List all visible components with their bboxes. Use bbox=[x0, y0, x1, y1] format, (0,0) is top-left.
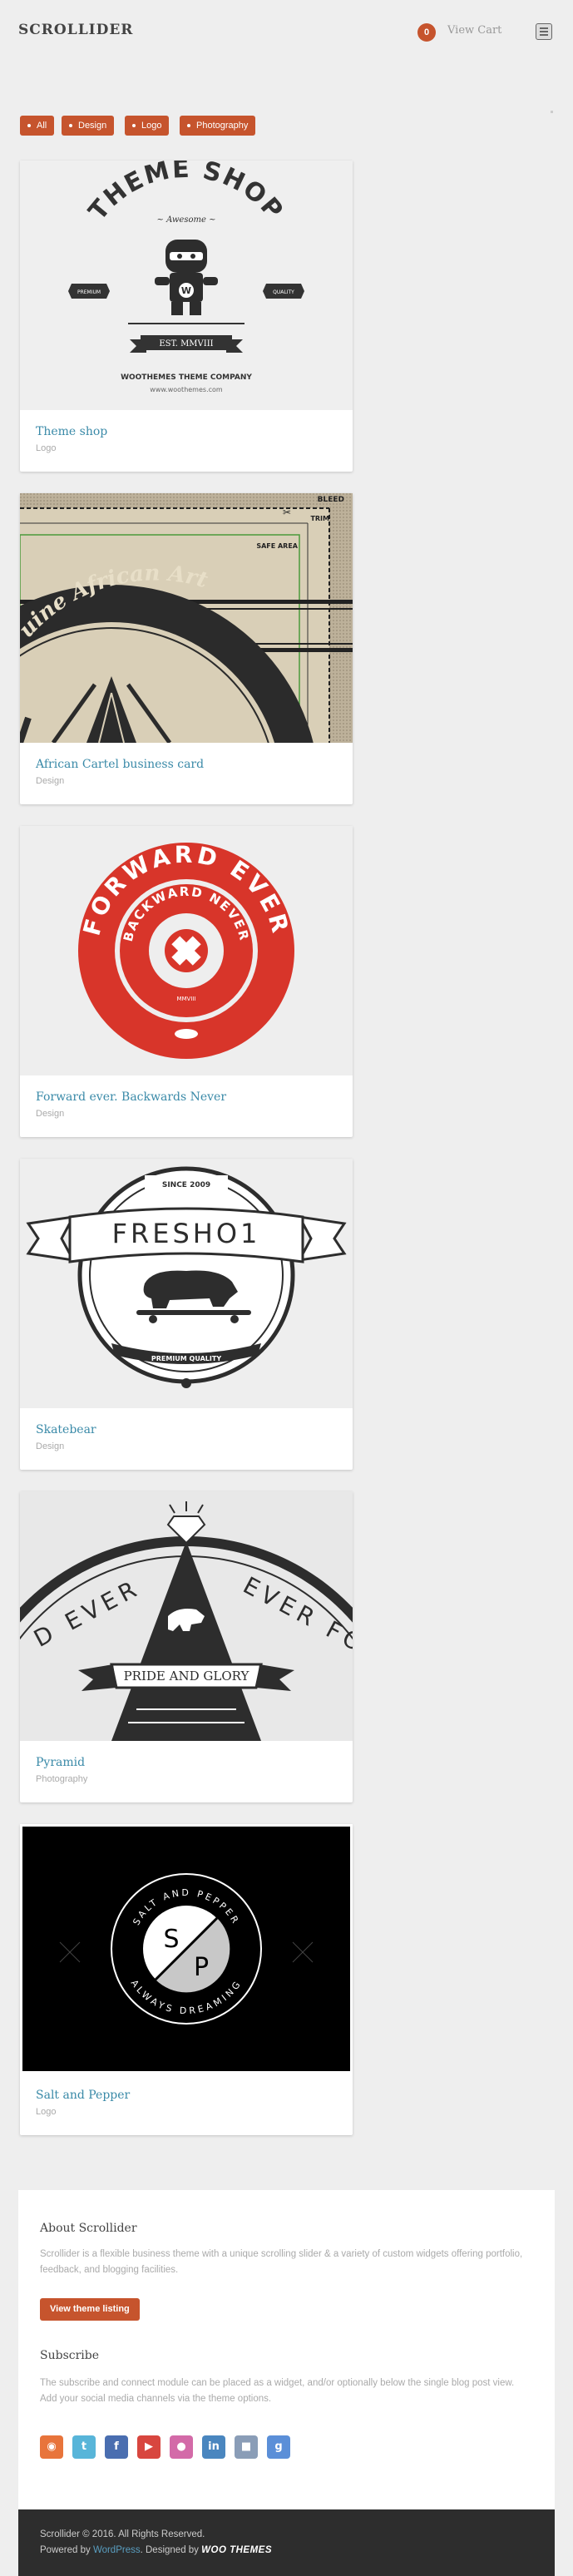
decorative-dot bbox=[551, 111, 553, 113]
portfolio-thumbnail[interactable]: S P SALT AND PEPPER ALWAYS DREAMING bbox=[20, 1824, 353, 2074]
site-header: SCROLLIDER 0 View Cart bbox=[0, 0, 573, 67]
portfolio-card-theme-shop[interactable]: THEME SHOP ~ Awesome ~ W PREMIUM QUALITY… bbox=[20, 161, 353, 472]
card-category[interactable]: Logo bbox=[36, 2107, 56, 2117]
art-banner: PRIDE AND GLORY bbox=[124, 1669, 250, 1684]
art-right-letter: P bbox=[194, 1953, 209, 1982]
svg-text:✂: ✂ bbox=[283, 507, 291, 518]
card-category[interactable]: Logo bbox=[36, 443, 56, 453]
cart-count-badge[interactable]: 0 bbox=[417, 23, 436, 42]
art-right-badge: QUALITY bbox=[273, 289, 294, 295]
art-safe-label: SAFE AREA bbox=[256, 542, 298, 550]
art-left-letter: S bbox=[163, 1925, 179, 1954]
site-logo[interactable]: SCROLLIDER bbox=[18, 22, 133, 38]
copyright: Scrollider © 2016. All Rights Reserved. bbox=[40, 2529, 205, 2539]
art-url: www.woothemes.com bbox=[150, 386, 223, 393]
art-company: WOOTHEMES THEME COMPANY bbox=[121, 373, 252, 382]
portfolio-card-pyramid[interactable]: D EVER EVER FO PRIDE AND GLORY Pyramid P… bbox=[20, 1491, 353, 1802]
woothemes-logo[interactable]: WOO THEMES bbox=[201, 2545, 272, 2555]
twitter-icon[interactable]: t bbox=[72, 2435, 96, 2459]
googleplus-icon[interactable]: g bbox=[267, 2435, 290, 2459]
card-title[interactable]: Salt and Pepper bbox=[36, 2089, 130, 2102]
portfolio-card-forward-ever[interactable]: FORWARD EVER BACKWARD NEVER MMVIII Forwa… bbox=[20, 826, 353, 1137]
art-banner: FRESHO1 bbox=[112, 1218, 261, 1249]
filter-all[interactable]: All bbox=[20, 116, 55, 136]
designed-by: . Designed by bbox=[140, 2545, 199, 2555]
site-footer: Scrollider © 2016. All Rights Reserved. … bbox=[18, 2509, 555, 2576]
about-title: About Scrollider bbox=[40, 2222, 137, 2235]
card-title[interactable]: Forward ever. Backwards Never bbox=[36, 1090, 226, 1104]
forward-ever-artwork: FORWARD EVER BACKWARD NEVER MMVIII bbox=[78, 841, 294, 1059]
art-trim-label: TRIM bbox=[310, 515, 329, 522]
portfolio-thumbnail[interactable]: FORWARD EVER BACKWARD NEVER MMVIII bbox=[20, 826, 353, 1075]
card-title[interactable]: Skatebear bbox=[36, 1423, 96, 1436]
card-category[interactable]: Photography bbox=[36, 1774, 87, 1784]
menu-toggle-button[interactable] bbox=[536, 23, 552, 40]
art-year: MMVIII bbox=[176, 996, 195, 1002]
portfolio-thumbnail[interactable]: SINCE 2009 FRESHO1 PREMIUM QUALITY bbox=[20, 1159, 353, 1408]
filter-design[interactable]: Design bbox=[62, 116, 115, 136]
portfolio-card-salt-and-pepper[interactable]: S P SALT AND PEPPER ALWAYS DREAMING Salt… bbox=[20, 1824, 353, 2135]
skatebear-artwork: SINCE 2009 FRESHO1 PREMIUM QUALITY bbox=[26, 1166, 347, 1388]
subscribe-text: The subscribe and connect module can be … bbox=[40, 2378, 515, 2404]
menu-icon bbox=[540, 27, 548, 29]
portfolio-card-african-cartel[interactable]: BLEED TRIM SAFE AREA ✂ uine African Art … bbox=[20, 493, 353, 804]
art-since: SINCE 2009 bbox=[162, 1181, 210, 1189]
card-title[interactable]: African Cartel business card bbox=[36, 758, 204, 771]
card-category[interactable]: Design bbox=[36, 1441, 64, 1451]
art-left-badge: PREMIUM bbox=[77, 289, 101, 295]
art-mascot-letter: W bbox=[181, 285, 191, 296]
portfolio-thumbnail[interactable]: D EVER EVER FO PRIDE AND GLORY bbox=[20, 1491, 353, 1741]
card-category[interactable]: Design bbox=[36, 776, 64, 786]
pyramid-artwork: D EVER EVER FO PRIDE AND GLORY bbox=[20, 1501, 353, 1741]
portfolio-card-skatebear[interactable]: SINCE 2009 FRESHO1 PREMIUM QUALITY Skate… bbox=[20, 1159, 353, 1470]
theme-shop-artwork: THEME SHOP ~ Awesome ~ W PREMIUM QUALITY… bbox=[68, 161, 304, 393]
facebook-icon[interactable]: f bbox=[105, 2435, 128, 2459]
wordpress-link[interactable]: WordPress bbox=[93, 2545, 141, 2555]
art-tagline: ~ Awesome ~ bbox=[157, 215, 216, 225]
menu-icon-bar bbox=[540, 34, 548, 36]
rss-icon[interactable]: ◉ bbox=[40, 2435, 63, 2459]
african-cartel-artwork: BLEED TRIM SAFE AREA ✂ uine African Art bbox=[20, 493, 353, 743]
flickr-icon[interactable]: ● bbox=[170, 2435, 193, 2459]
menu-icon-bar bbox=[540, 31, 548, 32]
portfolio-thumbnail[interactable]: BLEED TRIM SAFE AREA ✂ uine African Art bbox=[20, 493, 353, 743]
subscribe-title: Subscribe bbox=[40, 2349, 100, 2362]
art-banner: EST. MMVIII bbox=[159, 339, 213, 349]
art-bleed-label: BLEED bbox=[318, 496, 344, 504]
powered-prefix: Powered by bbox=[40, 2545, 91, 2555]
salt-and-pepper-artwork: S P SALT AND PEPPER ALWAYS DREAMING bbox=[22, 1827, 350, 2071]
filter-photography[interactable]: Photography bbox=[180, 116, 256, 136]
view-cart-link[interactable]: View Cart bbox=[447, 24, 501, 37]
portfolio-thumbnail[interactable]: THEME SHOP ~ Awesome ~ W PREMIUM QUALITY… bbox=[20, 161, 353, 410]
delicious-icon[interactable]: ■ bbox=[235, 2435, 258, 2459]
credits: Powered by WordPress. Designed by WOO TH… bbox=[40, 2545, 272, 2555]
filter-logo[interactable]: Logo bbox=[125, 116, 170, 136]
about-text: Scrollider is a flexible business theme … bbox=[40, 2249, 523, 2275]
card-category[interactable]: Design bbox=[36, 1109, 64, 1119]
footer-widgets: About Scrollider Scrollider is a flexibl… bbox=[18, 2190, 555, 2509]
linkedin-icon[interactable]: in bbox=[202, 2435, 225, 2459]
art-right-text: EVER FO bbox=[239, 1571, 353, 1659]
card-title[interactable]: Pyramid bbox=[36, 1756, 85, 1769]
card-title[interactable]: Theme shop bbox=[36, 425, 107, 438]
youtube-icon[interactable]: ▶ bbox=[137, 2435, 161, 2459]
art-quality: PREMIUM QUALITY bbox=[151, 1355, 221, 1362]
view-theme-listing-button[interactable]: View theme listing bbox=[40, 2298, 140, 2321]
